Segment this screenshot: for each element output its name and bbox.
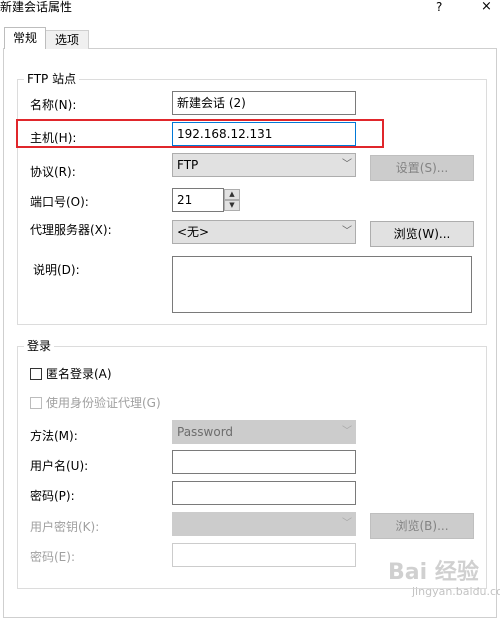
protocol-select[interactable]: FTP ﹀ [172,153,356,177]
userkey-select[interactable]: ﹀ [172,512,356,536]
description-field[interactable] [172,256,472,313]
passphrase-field[interactable] [172,543,356,567]
stepper-up-icon[interactable]: ▲ [224,189,240,200]
proxy-select[interactable]: <无> ﹀ [172,220,356,244]
chevron-down-icon: ﹀ [342,426,352,437]
passphrase-label: 密码(E): [30,550,75,564]
port-stepper[interactable]: ▲ ▼ [224,189,240,211]
name-field[interactable]: 新建会话 (2) [172,91,356,115]
name-label: 名称(N): [30,98,77,112]
description-label: 说明(D): [33,263,80,277]
ftp-site-group-title: FTP 站点 [24,72,80,86]
password-label: 密码(P): [30,489,75,503]
proxy-value: <无> [177,225,210,239]
protocol-label: 协议(R): [30,165,76,179]
username-label: 用户名(U): [30,459,89,473]
method-value: Password [177,425,234,439]
anonymous-label[interactable]: 匿名登录(A) [46,366,112,382]
tab-general[interactable]: 常规 [4,27,46,49]
login-group-title: 登录 [24,339,55,353]
agent-label: 使用身份验证代理(G) [46,396,161,410]
userkey-label: 用户密钥(K): [30,520,100,534]
host-highlight-box [16,119,384,148]
proxy-browse-button[interactable]: 浏览(W)... [370,221,474,247]
help-button[interactable]: ? [436,0,442,14]
chevron-down-icon: ﹀ [342,159,352,170]
password-field[interactable] [172,481,356,505]
tab-options[interactable]: 选项 [45,30,89,49]
anonymous-checkbox[interactable] [30,368,42,380]
baidu-watermark: Bai 经验 [388,560,479,585]
method-select[interactable]: Password ﹀ [172,420,356,444]
chevron-down-icon: ﹀ [342,518,352,529]
port-label: 端口号(O): [30,195,89,209]
chevron-down-icon: ﹀ [342,226,352,237]
window-title: 新建会话属性 [0,0,73,14]
settings-button[interactable]: 设置(S)... [370,155,474,181]
agent-checkbox[interactable] [30,397,42,409]
baidu-watermark-url: jingyan.baidu.com [412,585,500,598]
method-label: 方法(M): [30,429,78,443]
stepper-down-icon[interactable]: ▼ [224,200,240,211]
userkey-browse-button[interactable]: 浏览(B)... [370,513,474,539]
proxy-label: 代理服务器(X): [30,223,112,237]
username-field[interactable] [172,450,356,474]
close-button[interactable]: × [481,0,492,14]
port-field[interactable]: 21 [172,188,224,212]
protocol-value: FTP [177,158,199,172]
title-bar [0,0,500,20]
